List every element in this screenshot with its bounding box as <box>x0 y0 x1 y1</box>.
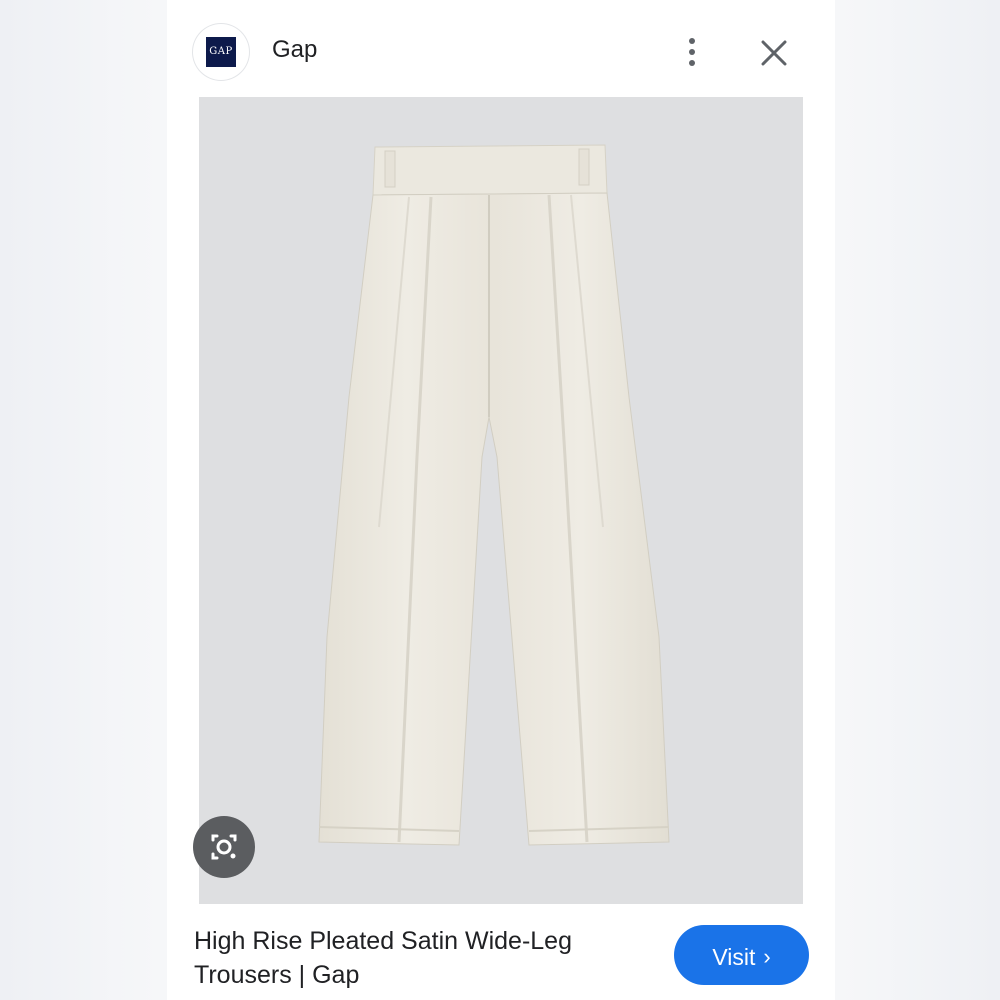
more-options-button[interactable] <box>677 34 707 70</box>
site-logo[interactable]: GAP <box>193 24 249 80</box>
site-name[interactable]: Gap <box>272 36 317 64</box>
close-icon <box>761 40 787 66</box>
gap-logo: GAP <box>206 37 236 67</box>
visit-label: Visit <box>712 943 756 970</box>
visual-search-button[interactable] <box>193 816 255 878</box>
trousers-illustration <box>318 144 670 846</box>
result-card: GAP Gap High Rise Pleated Satin Wide-Leg… <box>167 0 835 1000</box>
close-button[interactable] <box>757 36 791 70</box>
lens-icon <box>211 834 237 860</box>
header: GAP Gap <box>167 0 835 97</box>
result-title[interactable]: High Rise Pleated Satin Wide-Leg Trouser… <box>194 924 644 992</box>
chevron-right-icon: › <box>763 943 771 969</box>
page: GAP Gap High Rise Pleated Satin Wide-Leg… <box>0 0 1000 1000</box>
product-image[interactable] <box>199 97 803 904</box>
visit-button[interactable]: Visit › <box>674 925 809 985</box>
